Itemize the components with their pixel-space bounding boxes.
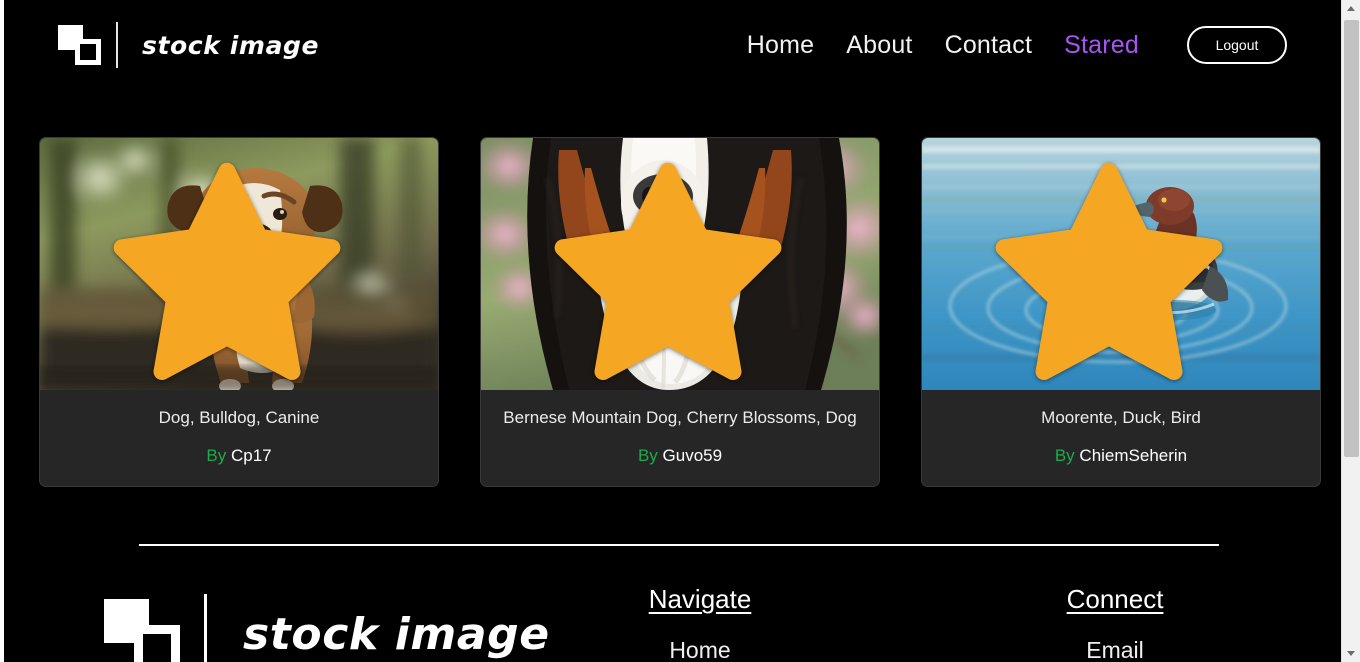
card-author: By Cp17: [50, 446, 428, 466]
site-footer: stock image Navigate Home Connect Email: [4, 546, 1341, 662]
author-name: Guvo59: [662, 446, 723, 466]
scrollbar-thumb[interactable]: [1344, 20, 1359, 457]
card-caption: Bernese Mountain Dog, Cherry Blossoms, D…: [481, 390, 879, 487]
by-label: By: [206, 446, 227, 466]
footer-heading-navigate: Navigate: [648, 584, 752, 615]
brand-name: stock image: [142, 30, 320, 60]
card-author: By ChiemSeherin: [932, 446, 1310, 466]
nav-link-home[interactable]: Home: [747, 31, 815, 60]
primary-navigation: Home About Contact Stared Logout: [747, 26, 1287, 64]
card-author: By Guvo59: [491, 446, 869, 466]
site-header: stock image Home About Contact Stared Lo…: [4, 0, 1341, 90]
card-title: Bernese Mountain Dog, Cherry Blossoms, D…: [503, 408, 857, 427]
image-card[interactable]: Bernese Mountain Dog, Cherry Blossoms, D…: [481, 138, 879, 487]
card-image[interactable]: [40, 138, 438, 390]
nested-squares-logo-icon: [58, 25, 102, 65]
author-name: Cp17: [230, 446, 272, 466]
card-title: Moorente, Duck, Bird: [1041, 408, 1201, 427]
scrollbar-down-arrow-icon[interactable]: [1342, 645, 1360, 662]
footer-link-email[interactable]: Email: [1015, 637, 1215, 662]
browser-window: stock image Home About Contact Stared Lo…: [0, 0, 1360, 662]
scrollbar-up-arrow-icon[interactable]: [1342, 0, 1360, 17]
by-label: By: [637, 446, 658, 466]
nav-link-contact[interactable]: Contact: [945, 31, 1033, 60]
card-image[interactable]: [481, 138, 879, 390]
footer-column-connect: Connect Email: [1015, 584, 1215, 662]
brand-divider: [116, 22, 118, 68]
star-filled-icon[interactable]: [40, 148, 426, 390]
card-caption: Moorente, Duck, Bird By ChiemSeherin: [922, 390, 1320, 487]
footer-brand-divider: [204, 594, 207, 662]
image-gallery: Dog, Bulldog, Canine By Cp17 Bernese Mou…: [4, 90, 1341, 487]
star-filled-icon[interactable]: [481, 148, 867, 390]
nav-link-stared[interactable]: Stared: [1064, 31, 1139, 60]
footer-brand-name: stock image: [243, 608, 550, 660]
footer-column-navigate: Navigate Home: [600, 584, 800, 662]
footer-link-home[interactable]: Home: [600, 637, 800, 662]
by-label: By: [1054, 446, 1075, 466]
star-filled-icon[interactable]: [922, 148, 1308, 390]
card-image[interactable]: [922, 138, 1320, 390]
footer-brand[interactable]: stock image: [4, 594, 550, 662]
nav-link-about[interactable]: About: [846, 31, 912, 60]
page-viewport: stock image Home About Contact Stared Lo…: [4, 0, 1341, 662]
nested-squares-logo-icon: [104, 599, 182, 662]
image-card[interactable]: Dog, Bulldog, Canine By Cp17: [40, 138, 438, 487]
site-brand[interactable]: stock image: [58, 22, 319, 68]
card-title: Dog, Bulldog, Canine: [158, 408, 320, 427]
logout-button[interactable]: Logout: [1187, 26, 1287, 64]
footer-heading-connect: Connect: [1066, 584, 1164, 615]
image-card[interactable]: Moorente, Duck, Bird By ChiemSeherin: [922, 138, 1320, 487]
card-caption: Dog, Bulldog, Canine By Cp17: [40, 390, 438, 487]
author-name: ChiemSeherin: [1079, 446, 1188, 466]
vertical-scrollbar[interactable]: [1341, 0, 1360, 662]
